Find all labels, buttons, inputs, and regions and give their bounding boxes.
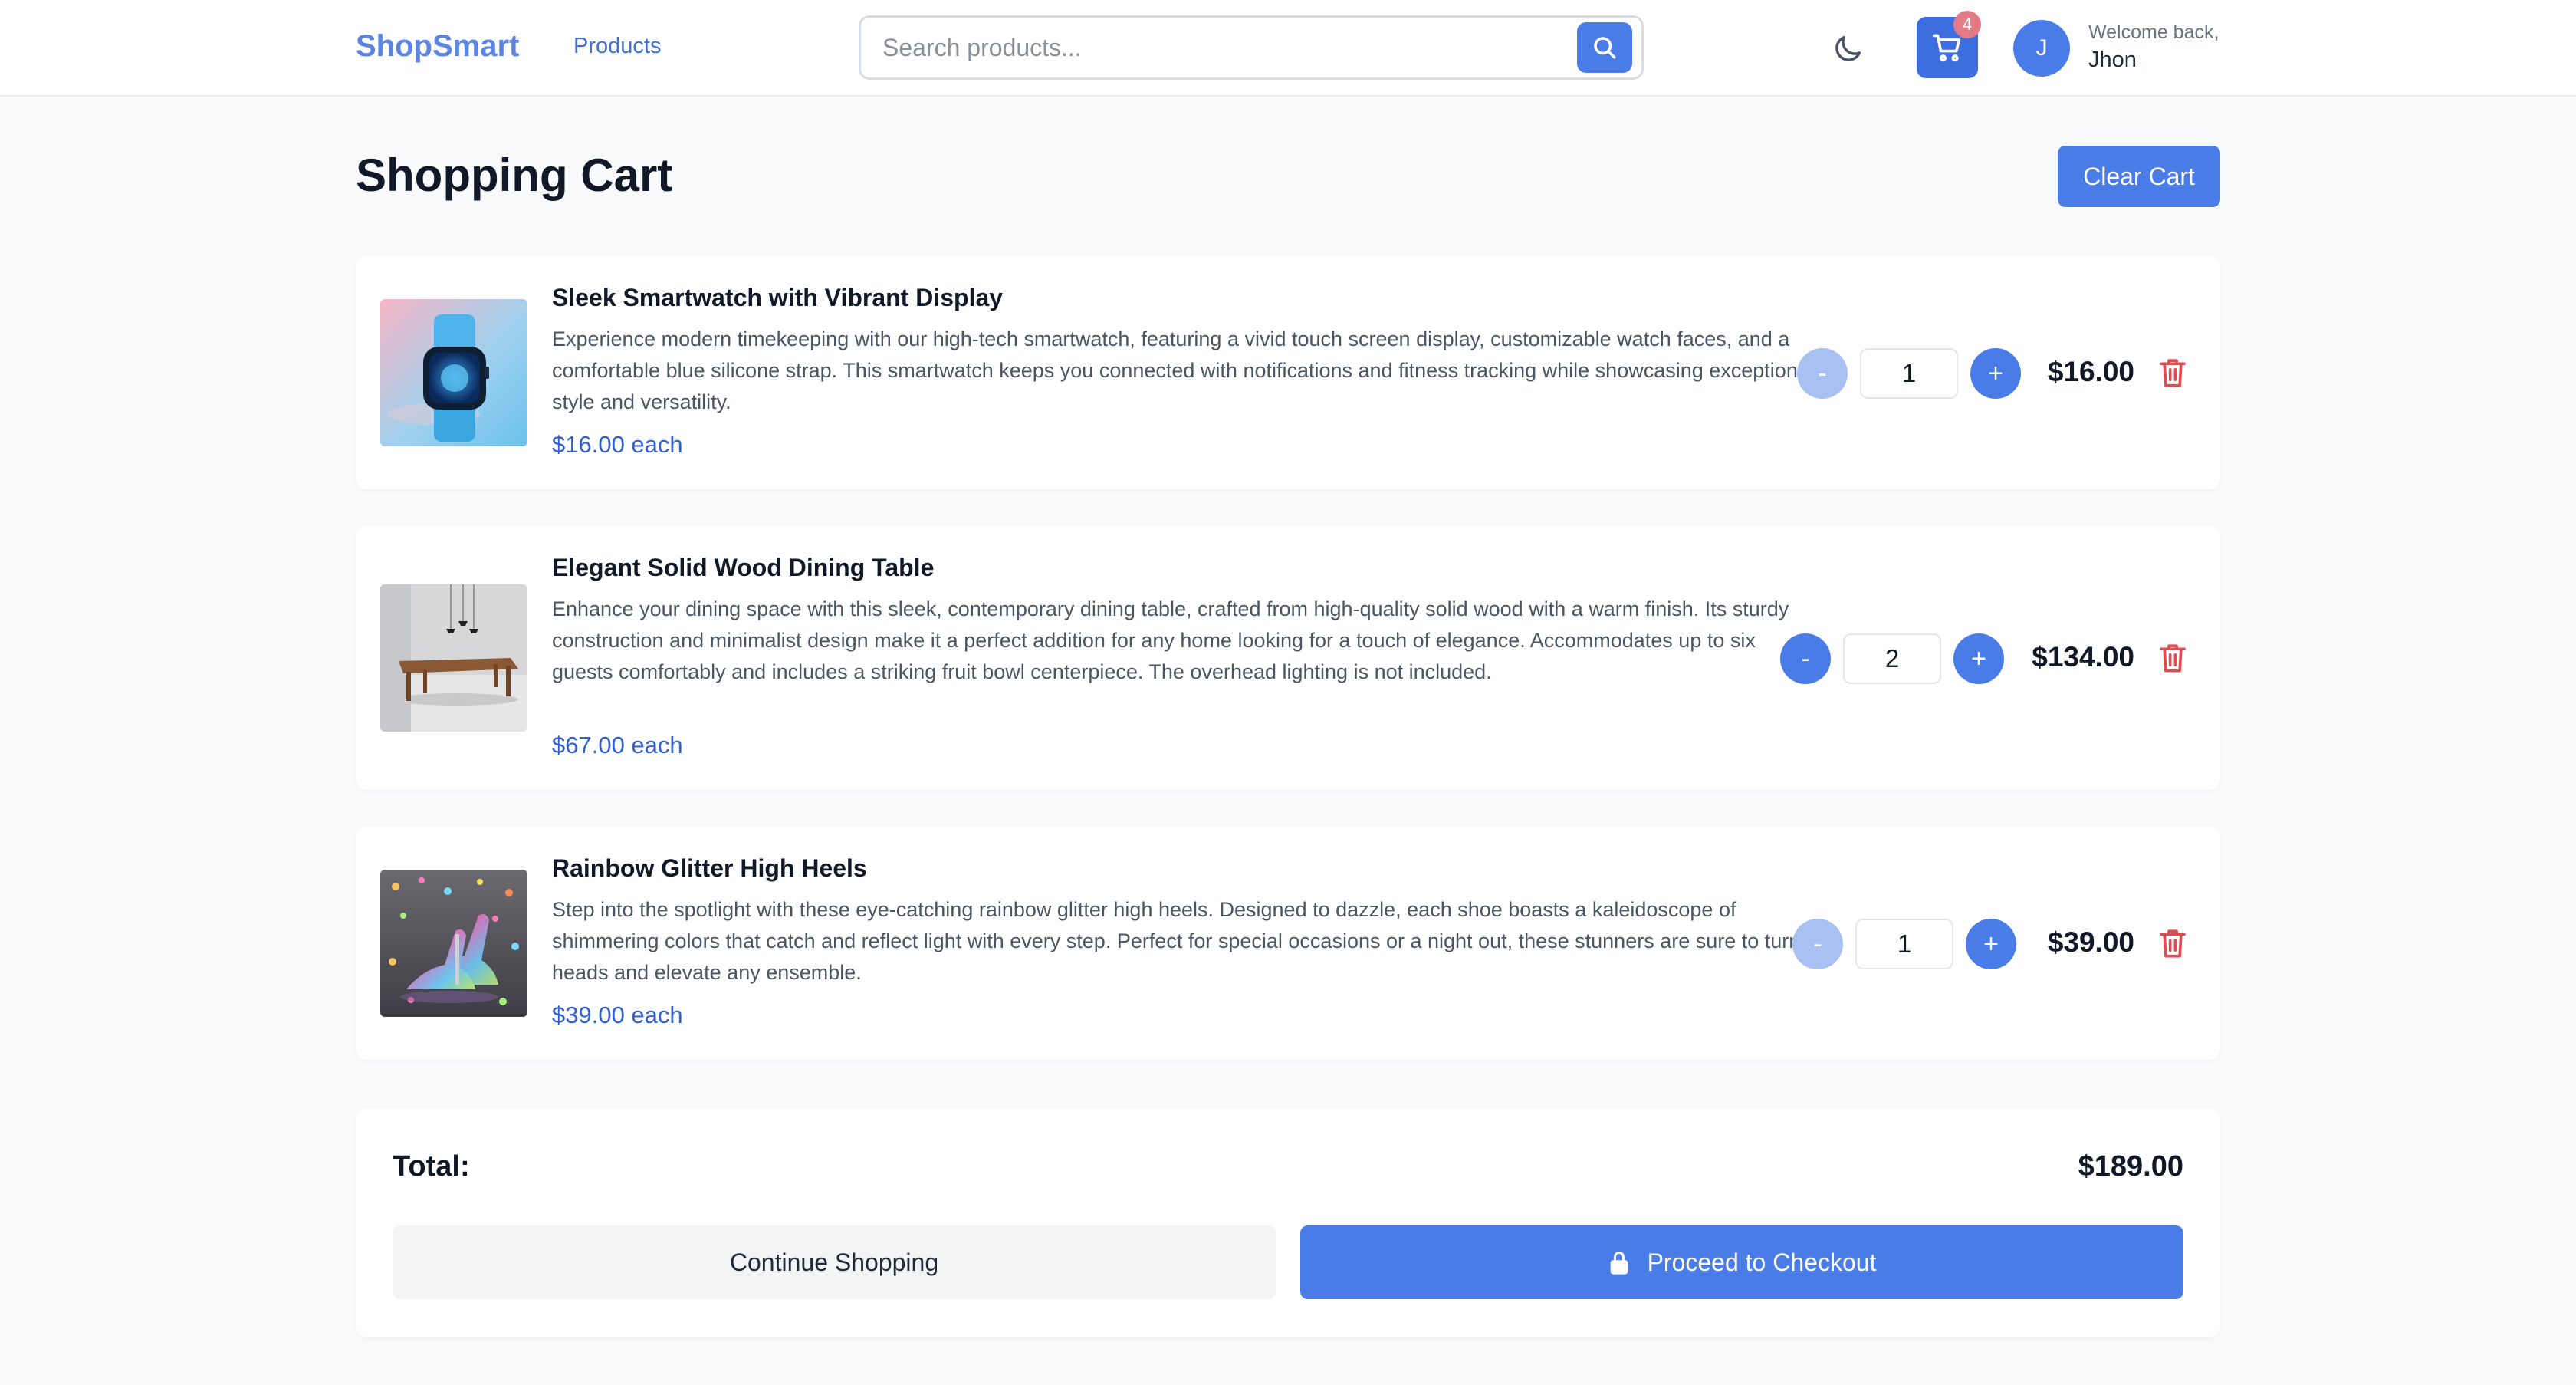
search-bar — [859, 15, 1644, 80]
product-description: Enhance your dining space with this slee… — [552, 597, 1789, 683]
product-image-smartwatch[interactable] — [380, 299, 527, 446]
total-label: Total: — [393, 1150, 470, 1183]
search-icon — [1594, 37, 1616, 59]
welcome-text: Welcome back, — [2088, 21, 2220, 43]
moon-icon — [1835, 35, 1861, 61]
product-image-dining-table[interactable] — [380, 584, 527, 732]
decrease-quantity-button[interactable]: - — [1797, 348, 1848, 399]
product-name[interactable]: Elegant Solid Wood Dining Table — [552, 554, 934, 582]
cart-item: Elegant Solid Wood Dining Table Enhance … — [356, 526, 2220, 790]
trash-icon — [2160, 929, 2186, 958]
total-value: $189.00 — [2078, 1150, 2183, 1183]
nav-link-products[interactable]: Products — [573, 34, 661, 59]
product-description: Step into the spotlight with these eye-c… — [552, 898, 1801, 984]
remove-item-button[interactable] — [2156, 641, 2190, 675]
increase-quantity-button[interactable]: + — [1970, 348, 2021, 399]
decrease-quantity-button[interactable]: - — [1780, 633, 1831, 684]
quantity-input[interactable]: 1 — [1855, 919, 1953, 969]
quantity-input[interactable]: 2 — [1843, 633, 1941, 684]
trash-icon — [2160, 644, 2186, 673]
checkout-button[interactable]: Proceed to Checkout — [1300, 1225, 2183, 1299]
remove-item-button[interactable] — [2156, 356, 2190, 390]
avatar[interactable]: J — [2013, 20, 2070, 77]
cart-count-badge: 4 — [1953, 11, 1981, 38]
line-total: $134.00 — [2032, 641, 2134, 673]
cart-item: Sleek Smartwatch with Vibrant Display Ex… — [356, 256, 2220, 489]
checkout-label: Proceed to Checkout — [1647, 1248, 1877, 1276]
line-total: $16.00 — [2047, 356, 2134, 387]
username: Jhon — [2088, 48, 2137, 72]
trash-icon — [2160, 359, 2186, 387]
top-navbar: ShopSmart Products 4 J Welcome back, Jho… — [0, 0, 2576, 97]
increase-quantity-button[interactable]: + — [1966, 919, 2016, 969]
quantity-input[interactable]: 1 — [1860, 348, 1958, 399]
cart-item: Rainbow Glitter High Heels Step into the… — [356, 827, 2220, 1060]
unit-price: $67.00 each — [552, 732, 683, 758]
search-input[interactable] — [882, 18, 1572, 77]
lock-icon — [1610, 1251, 1628, 1275]
product-name[interactable]: Rainbow Glitter High Heels — [552, 854, 867, 883]
cart-summary: Total: $189.00 Continue Shopping Proceed… — [356, 1109, 2220, 1337]
continue-shopping-button[interactable]: Continue Shopping — [393, 1225, 1276, 1299]
product-description: Experience modern timekeeping with our h… — [552, 327, 1814, 413]
logo[interactable]: ShopSmart — [356, 29, 519, 64]
search-button[interactable] — [1577, 22, 1632, 73]
increase-quantity-button[interactable]: + — [1953, 633, 2004, 684]
unit-price: $39.00 each — [552, 1002, 683, 1028]
remove-item-button[interactable] — [2156, 926, 2190, 960]
unit-price: $16.00 each — [552, 431, 683, 458]
product-name[interactable]: Sleek Smartwatch with Vibrant Display — [552, 284, 1003, 312]
page-title: Shopping Cart — [356, 150, 673, 201]
clear-cart-button[interactable]: Clear Cart — [2058, 146, 2220, 207]
theme-toggle-button[interactable] — [1829, 31, 1866, 67]
line-total: $39.00 — [2047, 926, 2134, 958]
decrease-quantity-button[interactable]: - — [1792, 919, 1843, 969]
product-image-high-heels[interactable] — [380, 870, 527, 1017]
